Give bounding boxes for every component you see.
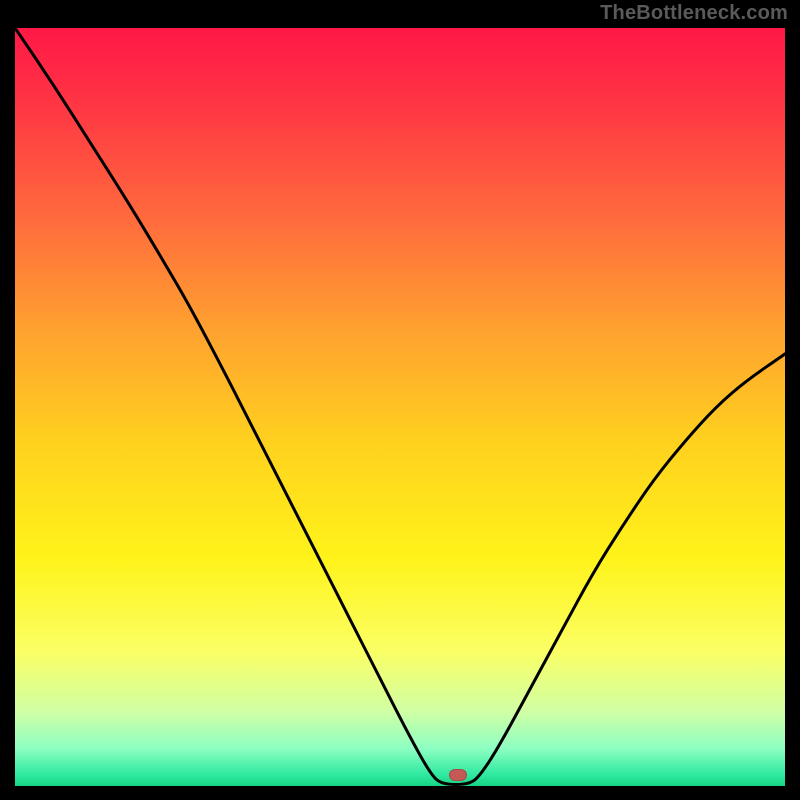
- watermark-text: TheBottleneck.com: [600, 2, 788, 25]
- plot-area: [15, 28, 785, 786]
- chart-frame: TheBottleneck.com: [0, 0, 800, 800]
- optimal-marker: [449, 769, 467, 781]
- gradient-background: [15, 28, 785, 786]
